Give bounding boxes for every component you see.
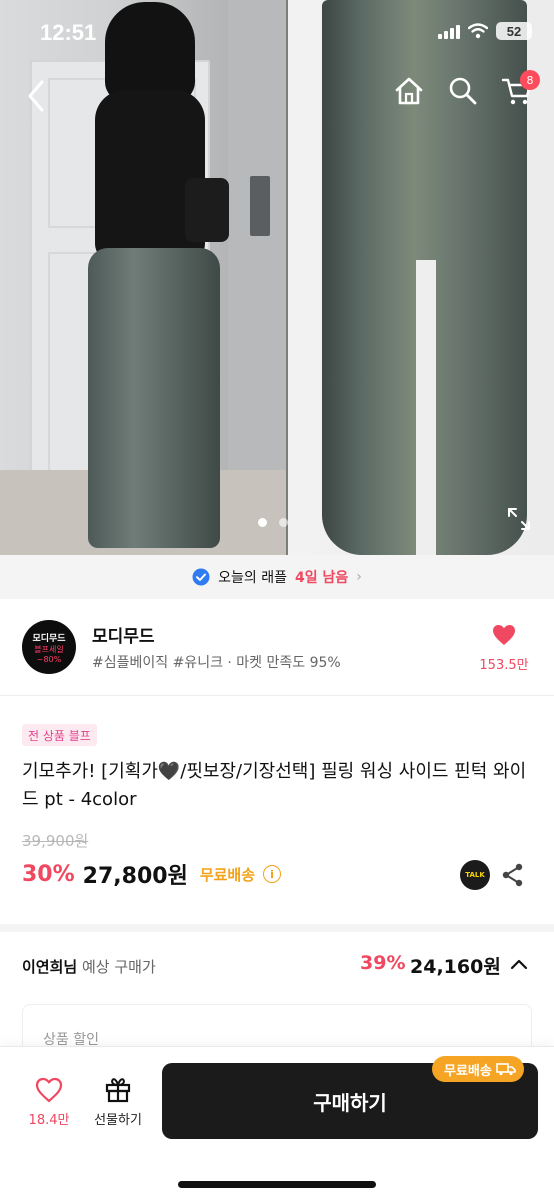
shop-name[interactable]: 모디무드 [92,622,155,647]
door-handle-graphic [250,176,270,236]
gift-icon [105,1078,131,1103]
sale-price: 27,800원 [82,864,188,889]
expected-discount-rate: 39% [360,952,406,974]
price-row: 30% 27,800원 무료배송 i [22,858,282,890]
free-shipping-label: 무료배송 [199,865,256,884]
chevron-up-icon[interactable] [508,954,530,976]
shop-logo[interactable]: 모디무드 블프세일 ~80% [22,620,76,674]
raffle-banner[interactable]: 오늘의 래플 4일 남음 › [0,555,554,599]
expected-price-caption: 예상 구매가 [81,958,156,976]
shop-logo-sale: 블프세일 [34,644,64,654]
raffle-days-left: 4일 남음 [294,570,349,586]
free-shipping-badge: 무료배송 [432,1056,524,1082]
jeans-leg-gap-graphic [416,260,436,555]
expected-price-amount: 24,160원 [410,956,501,978]
heart-filled-icon [493,625,515,645]
shop-logo-name: 모디무드 [32,633,66,644]
section-divider [0,924,554,932]
shop-info-row[interactable]: 모디무드 블프세일 ~80% 모디무드 #심플베이직 #유니크 · 마켓 만족도… [0,600,554,696]
heart-outline-icon [35,1077,63,1103]
model-hair-graphic [105,2,195,102]
carousel-indicator [258,518,288,527]
expected-price-row[interactable]: 이연희님 예상 구매가 39% 24,160원 [0,940,554,992]
gift-button[interactable]: 선물하기 [88,1075,148,1128]
shop-like-count: 153.5만 [479,658,529,673]
expand-icon[interactable] [506,506,532,532]
home-icon[interactable] [392,74,426,108]
shop-like-button[interactable]: 153.5만 [474,624,534,673]
cart-button[interactable]: 8 [500,70,540,108]
user-name: 이연희님 [22,958,78,976]
chevron-right-icon: › [356,569,362,585]
carousel-dot-active [258,518,267,527]
header-actions: 8 [392,70,540,108]
cellular-signal-icon [438,23,460,39]
kakao-talk-icon[interactable]: TALK [460,860,490,890]
home-indicator [178,1181,376,1188]
verified-check-icon [192,568,210,586]
model-bag-graphic [185,178,229,242]
expected-price-label: 이연희님 예상 구매가 [22,956,156,977]
battery-indicator: 52 [496,22,532,40]
cart-count-badge: 8 [520,70,540,90]
carousel-dot [279,518,288,527]
raffle-label: 오늘의 래플 [218,570,287,586]
product-title: 기모추가! [기획가🖤/핏보장/기장선택] 필링 워싱 사이드 핀턱 와이드 p… [22,761,527,810]
shop-tags: #심플베이직 #유니크 · 마켓 만족도 95% [92,655,341,671]
share-icon[interactable] [500,862,526,888]
original-price: 39,900원 [22,832,89,850]
truck-icon [496,1063,516,1076]
product-image-carousel[interactable]: 12:51 52 8 [0,0,554,555]
model-jeans-graphic [88,248,220,548]
status-time: 12:51 [40,20,97,45]
info-icon[interactable]: i [263,865,282,883]
back-arrow-icon[interactable] [22,76,52,116]
status-icons: 52 [438,22,532,40]
shop-logo-percent: ~80% [36,654,62,664]
promo-tag: 전 상품 블프 [22,724,97,746]
search-icon[interactable] [446,74,480,108]
free-shipping-badge-label: 무료배송 [444,1063,492,1079]
like-button[interactable]: 18.4만 [22,1077,76,1128]
gift-label: 선물하기 [94,1113,142,1128]
wifi-icon [468,23,488,39]
like-count: 18.4만 [28,1113,70,1128]
discount-rate: 30% [22,861,75,887]
